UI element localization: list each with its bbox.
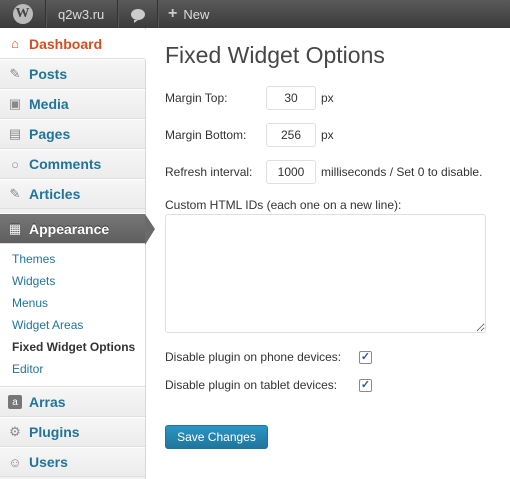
home-icon: ⌂ — [11, 36, 19, 51]
sidebar-item-media[interactable]: ▣ Media — [0, 89, 145, 119]
new-label: New — [183, 6, 210, 22]
sidebar-item-appearance[interactable]: ▦ Appearance — [0, 213, 155, 245]
comment-icon: ○ — [11, 156, 19, 172]
sidebar-item-label: Articles — [29, 186, 81, 202]
users-icon: ☺ — [8, 454, 22, 470]
sidebar-item-pages[interactable]: ▤ Pages — [0, 119, 145, 149]
sidebar-item-users[interactable]: ☺ Users — [0, 447, 145, 477]
arras-icon-glyph: a — [8, 395, 22, 409]
disable-phone-row: Disable plugin on phone devices: ✓ — [165, 350, 372, 364]
sidebar-item-label: Media — [29, 96, 69, 112]
sidebar-item-posts[interactable]: ✎ Posts — [0, 59, 145, 89]
sidebar-item-arras[interactable]: a Arras — [0, 387, 145, 417]
margin-top-label: Margin Top: — [165, 91, 228, 105]
html-ids-label: Custom HTML IDs (each one on a new line)… — [165, 198, 402, 212]
submenu-item-editor[interactable]: Editor — [0, 358, 145, 380]
submenu-item-themes[interactable]: Themes — [0, 248, 145, 270]
disable-phone-checkbox[interactable]: ✓ — [359, 350, 372, 364]
submenu-item-widgets[interactable]: Widgets — [0, 270, 145, 292]
margin-bottom-unit: px — [321, 128, 334, 142]
appearance-submenu: Themes Widgets Menus Widget Areas Fixed … — [0, 244, 145, 387]
refresh-interval-label: Refresh interval: — [165, 165, 253, 179]
pushpin-icon: ✎ — [9, 186, 21, 201]
sidebar-item-dashboard[interactable]: ⌂ Dashboard — [0, 28, 157, 60]
sidebar-item-label: Comments — [29, 156, 102, 172]
refresh-interval-unit: milliseconds / Set 0 to disable. — [321, 165, 483, 179]
margin-bottom-input[interactable] — [266, 123, 316, 147]
wordpress-icon: W — [12, 4, 33, 24]
pushpin-icon: ✎ — [9, 66, 21, 81]
plug-icon: ⚙ — [9, 424, 21, 439]
arras-icon: a — [7, 394, 23, 410]
pages-icon: ▤ — [8, 126, 22, 141]
html-ids-textarea[interactable] — [165, 214, 486, 333]
checkmark-icon: ✓ — [360, 350, 371, 363]
checkmark-icon: ✓ — [360, 378, 371, 391]
sidebar-item-comments[interactable]: ○ Comments — [0, 149, 145, 179]
refresh-interval-row: Refresh interval: milliseconds / Set 0 t… — [165, 160, 482, 184]
disable-phone-label: Disable plugin on phone devices: — [165, 350, 342, 364]
margin-top-unit: px — [321, 91, 334, 105]
disable-tablet-checkbox[interactable]: ✓ — [359, 378, 372, 392]
disable-tablet-label: Disable plugin on tablet devices: — [165, 378, 338, 392]
submenu-item-fixed-widget-options[interactable]: Fixed Widget Options — [0, 336, 145, 358]
sidebar-item-plugins[interactable]: ⚙ Plugins — [0, 417, 145, 447]
comments-button[interactable] — [118, 0, 158, 28]
comment-bubble-icon — [130, 8, 145, 23]
main-content: Fixed Widget Options Margin Top: px Marg… — [164, 28, 510, 479]
sidebar-item-label: Posts — [29, 66, 68, 82]
sidebar-item-label: Plugins — [29, 424, 80, 440]
new-content-button[interactable]: + New — [158, 0, 219, 28]
margin-top-row: Margin Top: px — [165, 86, 334, 110]
sidebar-item-label: Appearance — [29, 220, 110, 237]
sidebar-item-label: Pages — [29, 126, 71, 142]
refresh-interval-input[interactable] — [266, 160, 316, 184]
margin-top-input[interactable] — [266, 86, 316, 110]
admin-sidebar: ⌂ Dashboard ✎ Posts ▣ Media ▤ Pages ○ Co… — [0, 28, 157, 479]
submenu-item-widget-areas[interactable]: Widget Areas — [0, 314, 145, 336]
admin-bar: W q2w3.ru + New — [0, 0, 510, 28]
sidebar-item-articles[interactable]: ✎ Articles — [0, 179, 145, 209]
page-title: Fixed Widget Options — [165, 42, 385, 68]
plus-icon: + — [168, 5, 178, 22]
appearance-icon: ▦ — [8, 220, 22, 236]
media-icon: ▣ — [8, 96, 22, 111]
sidebar-item-label: Arras — [29, 394, 66, 410]
margin-bottom-row: Margin Bottom: px — [165, 123, 334, 147]
wordpress-logo-button[interactable]: W — [0, 0, 46, 28]
site-name-link[interactable]: q2w3.ru — [46, 0, 118, 28]
submenu-item-menus[interactable]: Menus — [0, 292, 145, 314]
margin-bottom-label: Margin Bottom: — [165, 128, 247, 142]
save-changes-button[interactable]: Save Changes — [165, 425, 268, 449]
sidebar-item-label: Dashboard — [29, 35, 103, 52]
sidebar-item-label: Users — [29, 454, 68, 470]
disable-tablet-row: Disable plugin on tablet devices: ✓ — [165, 378, 372, 392]
